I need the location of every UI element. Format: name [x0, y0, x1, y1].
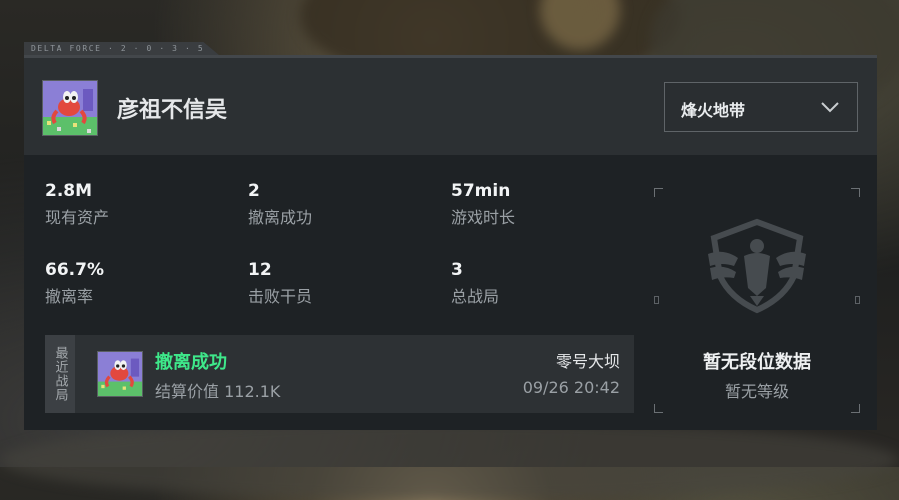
frame-corner [654, 404, 663, 413]
rank-title: 暂无段位数据 [703, 352, 811, 373]
stat-kills: 12 击败干员 [248, 260, 312, 307]
player-header: 彦祖不信吴 烽火地带 [24, 58, 877, 155]
recent-match-card[interactable]: 最近战局 撤离成功 结算价值 112.1K 零号大坝 09/26 20:42 [45, 335, 634, 413]
frame-corner [851, 188, 860, 197]
stat-total-matches: 3 总战局 [451, 260, 499, 307]
stat-value: 3 [451, 260, 463, 280]
player-name: 彦祖不信吴 [117, 98, 228, 123]
stat-value: 57min [451, 181, 511, 201]
frame-corner [851, 404, 860, 413]
game-mode-dropdown[interactable]: 烽火地带 [664, 82, 858, 132]
stat-value: 12 [248, 260, 272, 280]
stat-label: 总战局 [451, 287, 500, 306]
stat-label: 现有资产 [45, 208, 110, 227]
stat-assets: 2.8M 现有资产 [45, 181, 109, 228]
recent-match-value: 结算价值 112.1K [155, 382, 281, 401]
frame-corner [654, 188, 663, 197]
stat-value: 2 [248, 181, 260, 201]
frame-marker [654, 296, 659, 304]
background-ground [0, 420, 899, 500]
match-avatar-icon [97, 351, 143, 397]
recent-match-status: 撤离成功 [155, 352, 227, 373]
stat-value: 66.7% [45, 260, 104, 280]
recent-match-side-tab: 最近战局 [45, 335, 75, 413]
recent-match-time: 09/26 20:42 [522, 378, 620, 397]
frame-marker [855, 296, 860, 304]
stat-extractions: 2 撤离成功 [248, 181, 312, 228]
rank-subtitle: 暂无等级 [724, 382, 789, 401]
stat-label: 击败干员 [248, 287, 313, 306]
game-mode-selected: 烽火地带 [681, 101, 746, 120]
brand-text: DELTA FORCE · 2 · 0 · 3 · 5 [31, 44, 205, 53]
chevron-down-icon [821, 102, 839, 113]
cartoon-avatar-icon[interactable] [42, 80, 98, 136]
stat-label: 撤离率 [45, 287, 94, 306]
recent-match-side-label: 最近战局 [52, 346, 68, 402]
rank-panel: 暂无段位数据 暂无等级 [654, 188, 860, 413]
recent-match-map: 零号大坝 [555, 352, 620, 371]
stat-value: 2.8M [45, 181, 93, 201]
stat-label: 撤离成功 [248, 208, 313, 227]
player-card: 彦祖不信吴 烽火地带 2.8M 现有资产 2 撤离成功 57min 游戏时长 6… [24, 55, 877, 430]
stat-extraction-rate: 66.7% 撤离率 [45, 260, 104, 307]
stat-playtime: 57min 游戏时长 [451, 181, 515, 228]
eagle-emblem-icon [708, 218, 806, 314]
stat-label: 游戏时长 [451, 208, 516, 227]
